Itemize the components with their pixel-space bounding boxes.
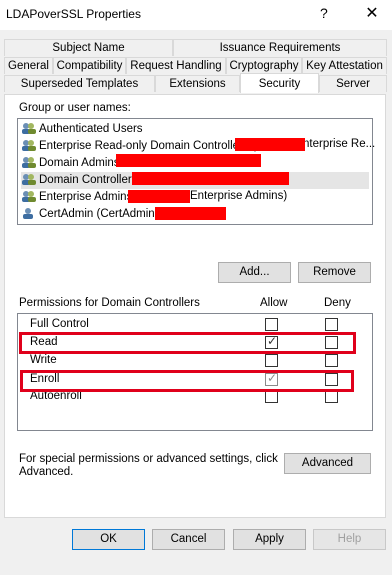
tab-security[interactable]: Security: [240, 73, 319, 93]
user-name-suffix: Enterprise Admins): [190, 190, 288, 202]
write-allow-checkbox[interactable]: [265, 354, 278, 367]
user-name: Enterprise Read-only Domain Controllers …: [39, 140, 256, 152]
write-deny-checkbox[interactable]: [325, 354, 338, 367]
user-name: CertAdmin (CertAdmin@: [39, 208, 167, 220]
special-permissions-text: For special permissions or advanced sett…: [19, 453, 278, 465]
tab-issuance-requirements[interactable]: Issuance Requirements: [173, 39, 387, 56]
user-group-icon: [21, 190, 36, 203]
deny-header: Deny: [324, 297, 351, 309]
window-title: LDAPoverSSL Properties: [6, 7, 141, 21]
user-name: Domain Controllers: [39, 174, 138, 186]
help-button[interactable]: Help: [313, 529, 386, 550]
user-group-icon: [21, 139, 36, 152]
group-names-label: Group or user names:: [19, 102, 131, 114]
tab-superseded-templates[interactable]: Superseded Templates: [4, 75, 155, 92]
tab-subject-name[interactable]: Subject Name: [4, 39, 173, 56]
user-name-suffix: nterprise Re...: [303, 138, 376, 150]
permission-name: Write: [30, 354, 57, 366]
tab-general[interactable]: General: [4, 57, 53, 74]
advanced-button[interactable]: Advanced: [284, 453, 371, 474]
user-group-icon: [21, 173, 36, 186]
ok-button[interactable]: OK: [72, 529, 145, 550]
special-permissions-text-2: Advanced.: [19, 466, 74, 478]
allow-header: Allow: [260, 297, 288, 309]
remove-button[interactable]: Remove: [298, 262, 371, 283]
close-icon[interactable]: ✕: [360, 3, 384, 25]
tab-request-handling[interactable]: Request Handling: [126, 57, 226, 74]
full-control-deny-checkbox[interactable]: [325, 318, 338, 331]
user-group-icon: [21, 122, 36, 135]
user-name: Domain Admins: [39, 157, 120, 169]
add-button[interactable]: Add...: [218, 262, 291, 283]
user-group-icon: [21, 156, 36, 169]
redaction: [235, 138, 305, 151]
help-title-button[interactable]: ?: [320, 5, 328, 21]
read-highlight-box: [19, 332, 356, 354]
cancel-button[interactable]: Cancel: [152, 529, 225, 550]
redaction: [132, 172, 289, 185]
user-name: Enterprise Admins: [39, 191, 133, 203]
redaction: [116, 154, 261, 167]
user-icon: [21, 207, 36, 220]
apply-button[interactable]: Apply: [233, 529, 306, 550]
enroll-highlight-box: [20, 370, 354, 392]
tab-cryptography[interactable]: Cryptography: [226, 57, 302, 74]
list-item[interactable]: Authenticated Users: [21, 121, 369, 138]
full-control-allow-checkbox[interactable]: [265, 318, 278, 331]
tab-server[interactable]: Server: [319, 75, 387, 92]
tab-key-attestation[interactable]: Key Attestation: [302, 57, 387, 74]
redaction: [155, 207, 226, 220]
tab-compatibility[interactable]: Compatibility: [53, 57, 126, 74]
tab-extensions[interactable]: Extensions: [155, 75, 240, 92]
permission-name: Full Control: [30, 318, 89, 330]
user-name: Authenticated Users: [39, 123, 143, 135]
redaction: [128, 190, 190, 203]
permissions-label: Permissions for Domain Controllers: [19, 297, 200, 309]
